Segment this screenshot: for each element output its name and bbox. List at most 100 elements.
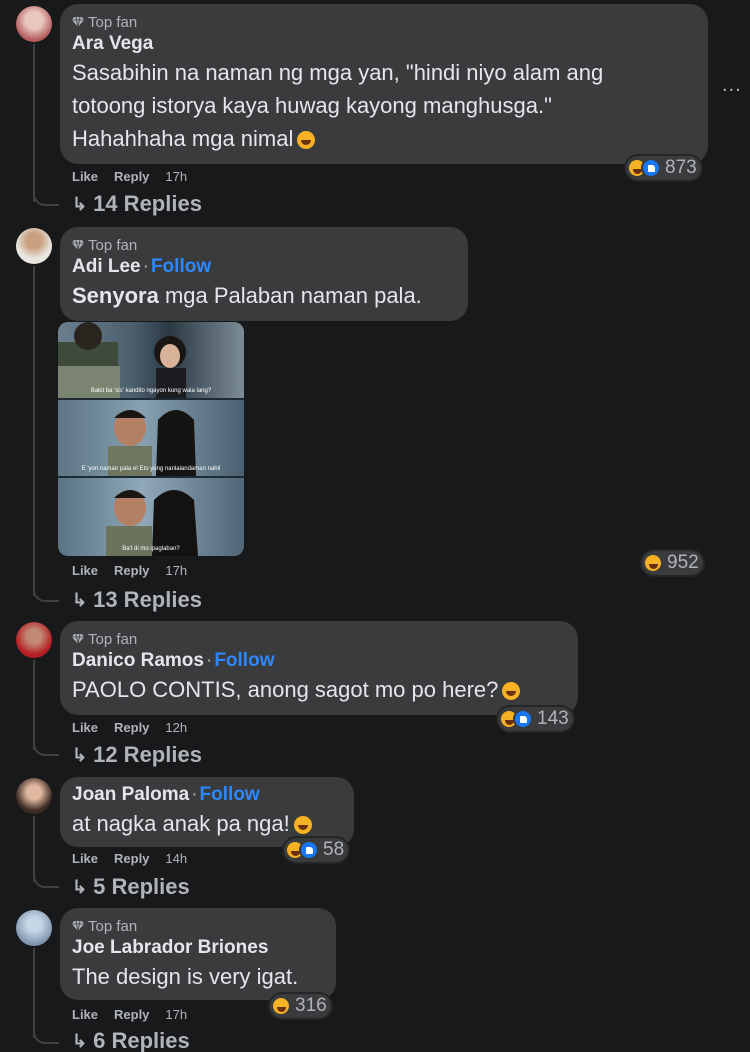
avatar[interactable] — [16, 622, 52, 658]
timestamp[interactable]: 14h — [165, 851, 187, 866]
view-replies-button[interactable]: ↳ 5 Replies — [72, 874, 190, 900]
comment-bubble: Top fan Joe Labrador Briones The design … — [60, 908, 336, 1000]
replies-label: 13 Replies — [93, 587, 202, 612]
comment-actions: Like Reply 12h — [72, 720, 187, 735]
comment-bubble: Top fan Adi Lee · Follow Senyora mga Palab… — [60, 227, 468, 321]
reply-button[interactable]: Reply — [114, 851, 149, 866]
follow-button[interactable]: Follow — [151, 256, 211, 277]
top-fan-badge: Top fan — [72, 629, 566, 649]
thread-connector — [33, 1028, 59, 1044]
meme-image[interactable]: Bakit ba 'sis' kandito ngayon kung wala … — [58, 322, 244, 556]
reply-button[interactable]: Reply — [114, 169, 149, 184]
thread-line — [33, 266, 35, 596]
laughing-emoji-icon — [297, 131, 316, 150]
follow-button[interactable]: Follow — [200, 784, 260, 805]
view-replies-button[interactable]: ↳ 12 Replies — [72, 742, 202, 768]
reply-button[interactable]: Reply — [114, 563, 149, 578]
more-options-icon[interactable]: ... — [722, 74, 742, 97]
reaction-count: 952 — [667, 552, 699, 573]
comment-line: Sasabihin na naman ng mga yan, "hindi ni… — [72, 60, 604, 85]
meme-scene — [58, 322, 186, 398]
reaction-summary[interactable]: 58 — [284, 838, 349, 862]
replies-label: 14 Replies — [93, 191, 202, 216]
reaction-summary[interactable]: 952 — [642, 551, 703, 575]
author-name[interactable]: Adi Lee — [72, 256, 141, 277]
reply-arrow-icon: ↳ — [72, 744, 88, 765]
badge-label: Top fan — [88, 917, 138, 935]
comment-text: Sasabihin na naman ng mga yan, "hindi ni… — [72, 56, 696, 155]
badge-label: Top fan — [88, 236, 138, 254]
diamond-icon — [72, 634, 84, 644]
thread-line — [33, 44, 35, 202]
comment-text: The design is very igat. — [72, 960, 324, 993]
thread-connector — [33, 190, 59, 206]
badge-label: Top fan — [88, 13, 138, 31]
reaction-summary[interactable]: 143 — [498, 707, 573, 731]
like-button[interactable]: Like — [72, 169, 98, 184]
replies-label: 12 Replies — [93, 742, 202, 767]
meme-caption: Ba't di mo ipaglaban? — [122, 546, 180, 552]
reply-arrow-icon: ↳ — [72, 589, 88, 610]
timestamp[interactable]: 12h — [165, 720, 187, 735]
reply-arrow-icon: ↳ — [72, 876, 88, 897]
avatar[interactable] — [16, 778, 52, 814]
diamond-icon — [72, 17, 84, 27]
comment-actions: Like Reply 17h — [72, 1007, 187, 1022]
like-button[interactable]: Like — [72, 851, 98, 866]
reply-button[interactable]: Reply — [114, 720, 149, 735]
top-fan-badge: Top fan — [72, 12, 696, 32]
timestamp[interactable]: 17h — [165, 563, 187, 578]
avatar[interactable] — [16, 6, 52, 42]
meme-caption: Bakit ba 'sis' kandito ngayon kung wala … — [90, 388, 212, 394]
author-name[interactable]: Danico Ramos — [72, 650, 204, 671]
comment-line: PAOLO CONTIS, anong sagot mo po here? — [72, 677, 499, 702]
author-name[interactable]: Joan Paloma — [72, 784, 189, 805]
separator-dot: · — [191, 784, 198, 805]
timestamp[interactable]: 17h — [165, 169, 187, 184]
comment-text: at nagka anak pa nga! — [72, 807, 342, 840]
reply-button[interactable]: Reply — [114, 1007, 149, 1022]
reaction-count: 143 — [537, 708, 569, 729]
thread-connector — [33, 740, 59, 756]
reaction-summary[interactable]: 873 — [626, 156, 701, 180]
reaction-count: 58 — [323, 839, 345, 860]
like-button[interactable]: Like — [72, 720, 98, 735]
comment-line: The design is very igat. — [72, 964, 299, 989]
reply-arrow-icon: ↳ — [72, 1030, 88, 1051]
view-replies-button[interactable]: ↳ 6 Replies — [72, 1028, 190, 1052]
like-button[interactable]: Like — [72, 563, 98, 578]
separator-dot: · — [205, 650, 213, 671]
thread-connector — [33, 872, 59, 888]
avatar[interactable] — [16, 228, 52, 264]
reaction-count: 316 — [295, 995, 327, 1016]
comment-text: PAOLO CONTIS, anong sagot mo po here? — [72, 673, 566, 706]
follow-button[interactable]: Follow — [214, 650, 274, 671]
meme-caption: E 'yon naman pala e! Eto yung nanlalanda… — [81, 466, 221, 472]
author-name[interactable]: Ara Vega — [72, 33, 153, 54]
meme-scene — [106, 490, 198, 556]
meme-panel: Ba't di mo ipaglaban? — [58, 478, 244, 556]
view-replies-button[interactable]: ↳ 13 Replies — [72, 587, 202, 613]
view-replies-button[interactable]: ↳ 14 Replies — [72, 191, 202, 217]
comment-line: at nagka anak pa nga! — [72, 811, 290, 836]
thread-connector — [33, 586, 59, 602]
meme-panel: Bakit ba 'sis' kandito ngayon kung wala … — [58, 322, 244, 398]
like-reaction-icon — [513, 709, 533, 729]
timestamp[interactable]: 17h — [165, 1007, 187, 1022]
like-reaction-icon — [299, 840, 319, 860]
author-name[interactable]: Joe Labrador Briones — [72, 937, 268, 958]
tagged-word[interactable]: Senyora — [72, 283, 159, 308]
replies-label: 5 Replies — [93, 874, 190, 899]
comment-line: Hahahhaha mga nimal — [72, 126, 294, 151]
laughing-emoji-icon — [293, 816, 312, 835]
thread-line — [33, 660, 35, 750]
separator-dot: · — [142, 256, 149, 277]
like-button[interactable]: Like — [72, 1007, 98, 1022]
rolling-eyes-emoji-icon — [502, 682, 521, 701]
avatar[interactable] — [16, 910, 52, 946]
diamond-icon — [72, 921, 84, 931]
reaction-summary[interactable]: 316 — [270, 994, 331, 1018]
meme-panel: E 'yon naman pala e! Eto yung nanlalanda… — [58, 400, 244, 476]
comment-line: mga Palaban naman pala. — [158, 283, 422, 308]
thread-line — [33, 948, 35, 1038]
